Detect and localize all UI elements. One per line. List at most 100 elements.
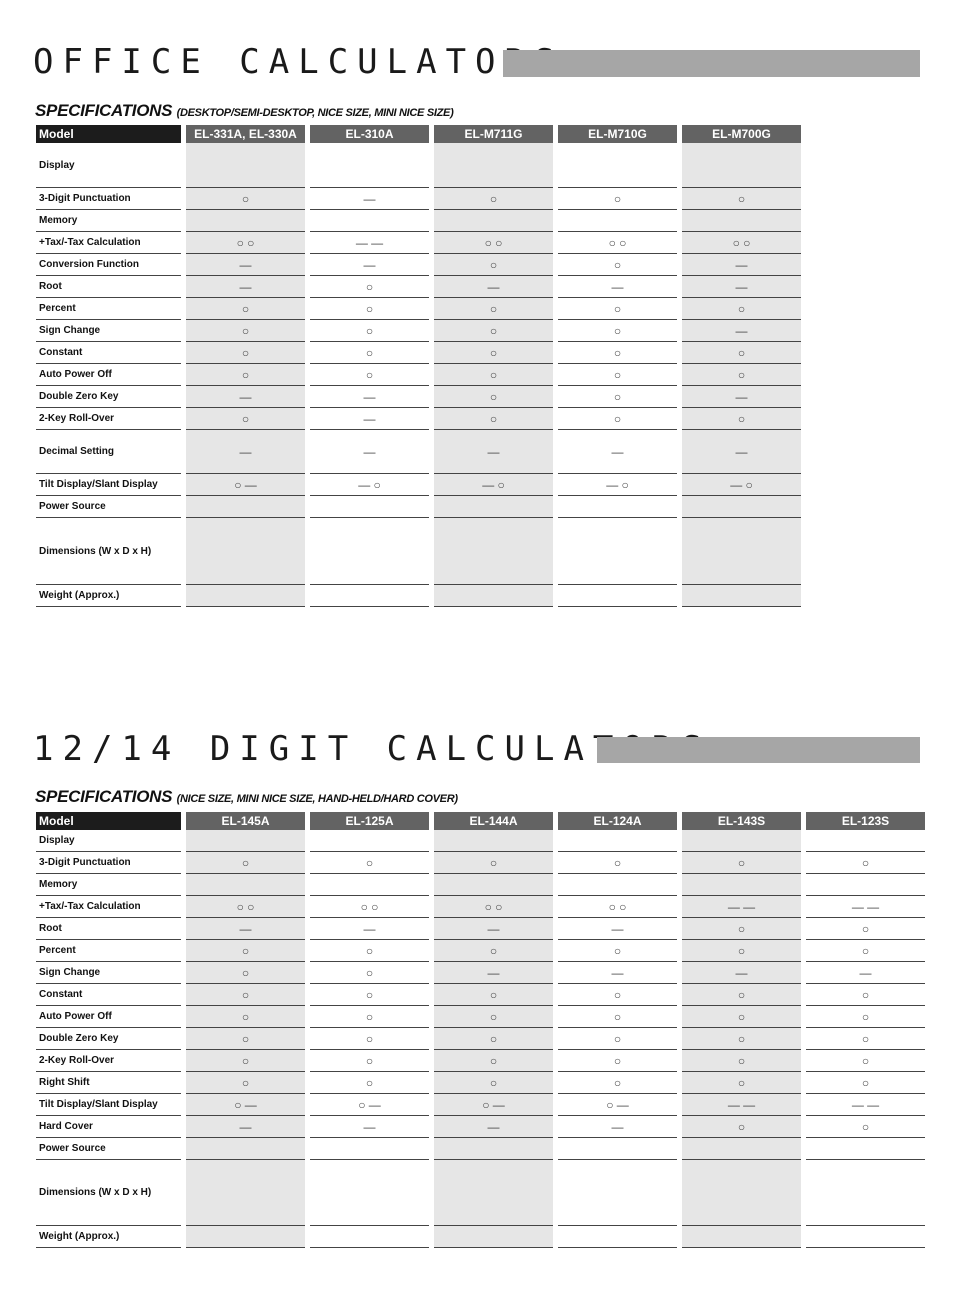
spec-cell: ○	[558, 408, 677, 430]
spec-cell: —	[682, 962, 801, 984]
spec-cell	[434, 143, 553, 188]
spec-cell: —	[186, 276, 305, 298]
row-label: Root	[36, 918, 181, 940]
spec-cell: —	[434, 918, 553, 940]
spec-cell	[558, 518, 677, 585]
spec-cell: —	[682, 386, 801, 408]
row-label: Memory	[36, 874, 181, 896]
spec-cell: ○	[682, 298, 801, 320]
spec-cell	[682, 518, 801, 585]
spec-cell: ○	[558, 342, 677, 364]
spec-cell: ○	[434, 386, 553, 408]
header-row: Model EL-331A, EL-330A EL-310A EL-M711G EL-M…	[36, 125, 801, 143]
spec-cell: ○	[434, 1072, 553, 1094]
spec-cell	[310, 1226, 429, 1248]
table-row: 2-Key Roll-Over ○ ○ ○ ○ ○ ○	[36, 1050, 925, 1072]
spec-cell	[186, 1138, 305, 1160]
spec-cell: —	[310, 254, 429, 276]
spec-cell: ○	[186, 320, 305, 342]
spec-cell: — —	[682, 1094, 801, 1116]
model-column-header: EL-M700G	[682, 125, 801, 143]
spec-cell: — —	[682, 896, 801, 918]
spec-cell: —	[434, 1116, 553, 1138]
spec-cell: ○	[558, 852, 677, 874]
spec-cell: ○	[682, 1116, 801, 1138]
spec-cell: ○	[186, 984, 305, 1006]
row-label: Power Source	[36, 1138, 181, 1160]
model-header: Model	[36, 812, 181, 830]
spec-cell: ○	[186, 364, 305, 386]
model-column-header: EL-310A	[310, 125, 429, 143]
spec-cell	[558, 143, 677, 188]
table-row: Display	[36, 143, 801, 188]
spec-cell: ○	[558, 1050, 677, 1072]
spec-cell: —	[434, 276, 553, 298]
spec-cell: ○	[806, 940, 925, 962]
spec-cell	[310, 1160, 429, 1226]
spec-cell: —	[558, 276, 677, 298]
spec-cell	[186, 496, 305, 518]
table-row: Decimal Setting — — — — —	[36, 430, 801, 474]
model-column-header: EL-125A	[310, 812, 429, 830]
spec-cell: ○	[434, 852, 553, 874]
spec-cell	[310, 210, 429, 232]
spec-cell	[682, 210, 801, 232]
spec-cell: ○	[806, 1028, 925, 1050]
table-row: Constant ○ ○ ○ ○ ○	[36, 342, 801, 364]
spec-cell	[186, 518, 305, 585]
row-label: Percent	[36, 298, 181, 320]
table-row: Sign Change ○ ○ ○ ○ —	[36, 320, 801, 342]
spec-cell: ○	[310, 1072, 429, 1094]
spec-cell: ○	[434, 320, 553, 342]
spec-cell: ○	[558, 1072, 677, 1094]
spec-cell: ○	[682, 918, 801, 940]
table-row: Conversion Function — — ○ ○ —	[36, 254, 801, 276]
spec-cell: —	[186, 1116, 305, 1138]
spec-cell: — ○	[310, 474, 429, 496]
spec-cell: —	[186, 386, 305, 408]
table-row: Weight (Approx.)	[36, 1226, 925, 1248]
spec-cell: ○ ○	[558, 232, 677, 254]
spec-cell: ○	[558, 984, 677, 1006]
spec-cell: ○	[186, 852, 305, 874]
spec-cell: —	[186, 430, 305, 474]
row-label: Auto Power Off	[36, 1006, 181, 1028]
spec-cell: ○	[310, 320, 429, 342]
row-label: Memory	[36, 210, 181, 232]
spec-cell: ○	[558, 386, 677, 408]
spec-cell	[434, 874, 553, 896]
table-row: Memory	[36, 874, 925, 896]
row-label: Weight (Approx.)	[36, 1226, 181, 1248]
spec-cell	[434, 518, 553, 585]
spec-cell: ○	[186, 342, 305, 364]
spec-cell	[434, 1226, 553, 1248]
spec-cell	[806, 830, 925, 852]
spec-cell	[186, 585, 305, 607]
table-row: 3-Digit Punctuation ○ ○ ○ ○ ○ ○	[36, 852, 925, 874]
row-label: Tilt Display/Slant Display	[36, 1094, 181, 1116]
spec-cell: —	[434, 430, 553, 474]
spec-cell: ○	[186, 962, 305, 984]
spec-cell: ○	[682, 852, 801, 874]
spec-cell: ○	[806, 1006, 925, 1028]
spec-subtitle: (NICE SIZE, MINI NICE SIZE, HAND-HELD/HA…	[176, 793, 458, 805]
spec-cell: ○ ○	[186, 896, 305, 918]
spec-cell: —	[310, 408, 429, 430]
spec-cell: ○	[434, 1006, 553, 1028]
row-label: Tilt Display/Slant Display	[36, 474, 181, 496]
spec-cell: ○	[806, 984, 925, 1006]
spec-cell	[806, 1160, 925, 1226]
spec-cell: ○	[186, 1050, 305, 1072]
spec-cell: ○	[310, 852, 429, 874]
spec-cell	[558, 1226, 677, 1248]
spec-cell: ○	[682, 1050, 801, 1072]
spec-cell: ○	[186, 188, 305, 210]
table-row: Hard Cover — — — — ○ ○	[36, 1116, 925, 1138]
spec-cell: ○	[682, 940, 801, 962]
spec-cell	[806, 874, 925, 896]
spec-cell: ○ ○	[434, 896, 553, 918]
row-label: Weight (Approx.)	[36, 585, 181, 607]
spec-label: SPECIFICATIONS	[35, 101, 173, 120]
spec-cell: ○	[806, 1050, 925, 1072]
spec-cell: ○	[434, 408, 553, 430]
